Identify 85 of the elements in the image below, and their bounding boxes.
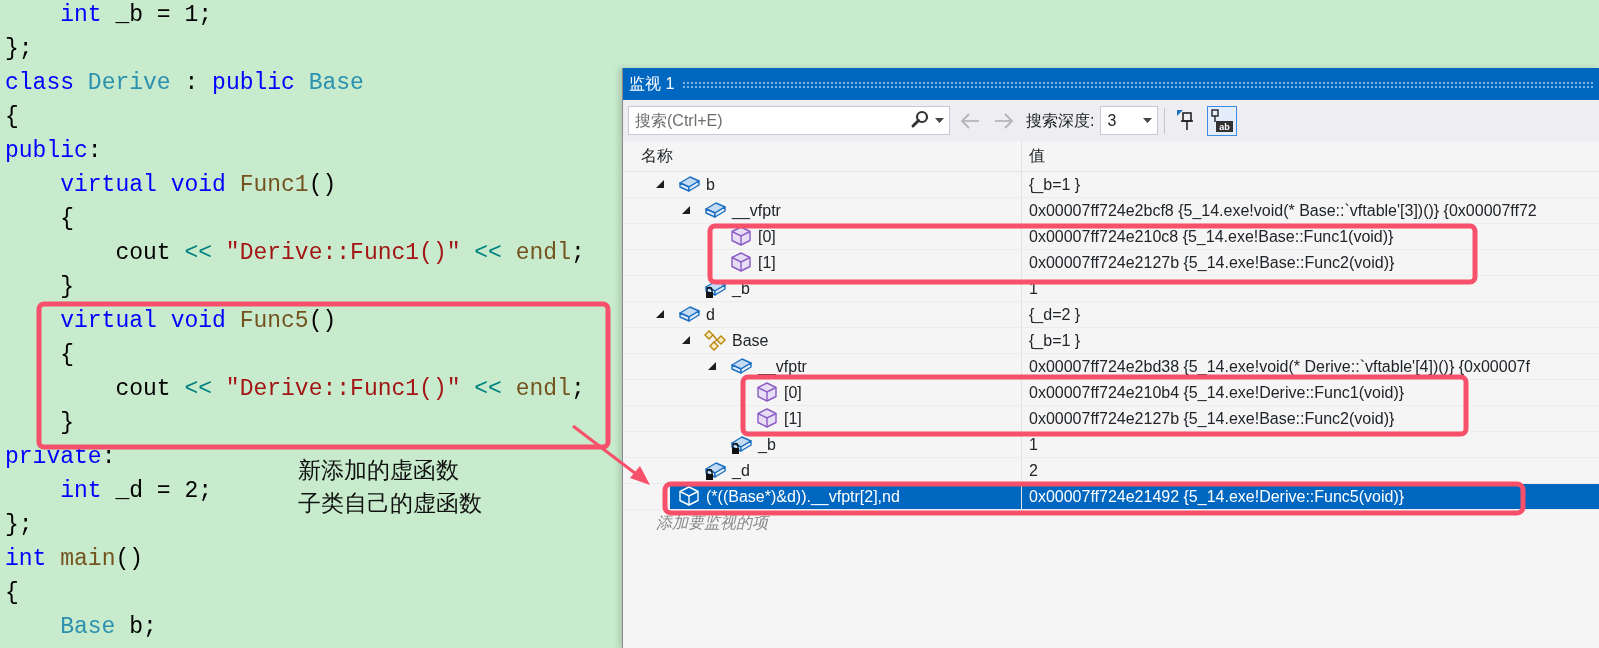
watch-row[interactable]: [1] 0x00007ff724e2127b {5_14.exe!Base::Func2(void)} [722, 250, 1599, 275]
code-line: }; [5, 511, 33, 540]
expander-icon[interactable] [682, 336, 691, 345]
code-line: } [59, 273, 74, 302]
code-line: } [59, 409, 74, 438]
watch-value: 0x00007ff724e210c8 {5_14.exe!Base::Func1(void)} [1029, 226, 1394, 247]
cube-icon [756, 408, 778, 429]
watch-name: _b [758, 434, 776, 455]
watch-value: {_b=1 } [1029, 330, 1081, 351]
code-line: { [5, 103, 19, 132]
window-title: 监视 1 [629, 74, 675, 94]
code-line: { [59, 205, 74, 234]
locked-field-icon [704, 460, 726, 481]
watch-name: [0] [758, 226, 776, 247]
depth-label: 搜索深度: [1026, 110, 1095, 131]
watch-value: 0x00007ff724e2bcf8 {5_14.exe!void(* Base::`vftable'[3])()} {0x00007ff72 [1029, 200, 1537, 221]
watch-value: {_d=2 } [1029, 304, 1081, 325]
watch-name: Base [732, 330, 769, 351]
pin-icon [1177, 109, 1196, 132]
annotation-text: 新添加的虚函数 [298, 456, 460, 485]
cube-icon [756, 382, 778, 403]
watch-value: 0x00007ff724e2bd38 {5_14.exe!void(* Derive::`vftable'[4])()} {0x00007f [1029, 356, 1530, 377]
code-line: int main() [5, 545, 144, 574]
watch-name: [1] [758, 252, 776, 273]
watch-row[interactable]: Base {_b=1 } [696, 328, 1599, 353]
column-header[interactable]: 名称 [623, 144, 1021, 168]
watch-row[interactable]: __vfptr 0x00007ff724e2bd38 {5_14.exe!void(* Derive::`vftable'[4])()} {0x00007f [722, 354, 1599, 379]
code-line: { [59, 341, 74, 370]
object-icon [730, 356, 752, 377]
caret-icon[interactable] [935, 118, 944, 123]
object-icon [678, 174, 700, 195]
code-line: cout << "Derive::Func1()" << endl; [114, 239, 585, 268]
expander-icon[interactable] [708, 362, 717, 371]
watch-row[interactable]: [0] 0x00007ff724e210b4 {5_14.exe!Derive::Func1(void)} [748, 380, 1599, 405]
watch-value: 2 [1029, 460, 1038, 481]
add-watch-field[interactable]: 添加要监视的项 [654, 510, 854, 536]
watch-row[interactable]: _b 1 [722, 432, 1599, 457]
watch-row[interactable]: __vfptr 0x00007ff724e2bcf8 {5_14.exe!void(* Base::`vftable'[3])()} {0x00007ff72 [696, 198, 1599, 223]
watch-row[interactable]: b {_b=1 } [670, 172, 1599, 197]
depth-dropdown[interactable]: 3 [1100, 106, 1159, 135]
watch-row[interactable]: _d 2 [696, 458, 1599, 483]
annotation-text: 子类自己的虚函数 [298, 489, 482, 518]
watch-name: d [706, 304, 715, 325]
expander-icon[interactable] [656, 180, 665, 189]
base-class-icon [704, 330, 726, 351]
code-line: cout << "Derive::Func1()" << endl; [114, 375, 585, 404]
code-line: { [5, 579, 19, 608]
watch-name: b [706, 174, 715, 195]
object-icon [678, 304, 700, 325]
caret-icon [1143, 118, 1153, 123]
code-line: virtual void Func5() [59, 307, 337, 336]
watch-name: __vfptr [732, 200, 781, 221]
object-icon [704, 200, 726, 221]
locked-field-icon [730, 434, 752, 455]
code-line: int _d = 2; [59, 477, 213, 506]
watch-name: __vfptr [758, 356, 807, 377]
search-icon[interactable] [910, 110, 930, 130]
cube-icon [730, 226, 752, 247]
watch-value: 1 [1029, 434, 1038, 455]
watch-name: (*((Base*)&d)).__vfptr[2],nd [706, 486, 900, 508]
code-line: private: [5, 443, 116, 472]
watch-name: _b [732, 278, 750, 299]
watch-value: {_b=1 } [1029, 174, 1081, 195]
cube-icon [730, 252, 752, 273]
watch-value: 0x00007ff724e21492 {5_14.exe!Derive::Func5(void)} [1029, 486, 1405, 507]
watch-name: [1] [784, 408, 802, 429]
watch-row[interactable]: [0] 0x00007ff724e210c8 {5_14.exe!Base::Func1(void)} [722, 224, 1599, 249]
code-line: public: [5, 137, 102, 166]
watch-row[interactable]: [1] 0x00007ff724e2127b {5_14.exe!Base::Func2(void)} [748, 406, 1599, 431]
search-field[interactable]: 搜索(Ctrl+E) [628, 106, 950, 135]
watch-row[interactable]: d {_d=2 } [670, 302, 1599, 327]
watch-name: [0] [784, 382, 802, 403]
cube-icon [678, 486, 700, 507]
code-line: virtual void Func1() [59, 171, 337, 200]
watch-value: 0x00007ff724e2127b {5_14.exe!Base::Func2(void)} [1029, 252, 1395, 273]
column-header[interactable]: 值 [1021, 141, 1599, 171]
code-line: }; [5, 35, 33, 64]
expander-icon[interactable] [682, 206, 691, 215]
code-line: class Derive : public Base [5, 69, 364, 98]
code-line: Base b; [59, 613, 157, 642]
watch-value: 0x00007ff724e2127b {5_14.exe!Base::Func2(void)} [1029, 408, 1395, 429]
watch-value: 0x00007ff724e210b4 {5_14.exe!Derive::Func1(void)} [1029, 382, 1405, 403]
expander-icon[interactable] [656, 310, 665, 319]
code-line: int _b = 1; [59, 1, 213, 30]
watch-name: _d [732, 460, 750, 481]
